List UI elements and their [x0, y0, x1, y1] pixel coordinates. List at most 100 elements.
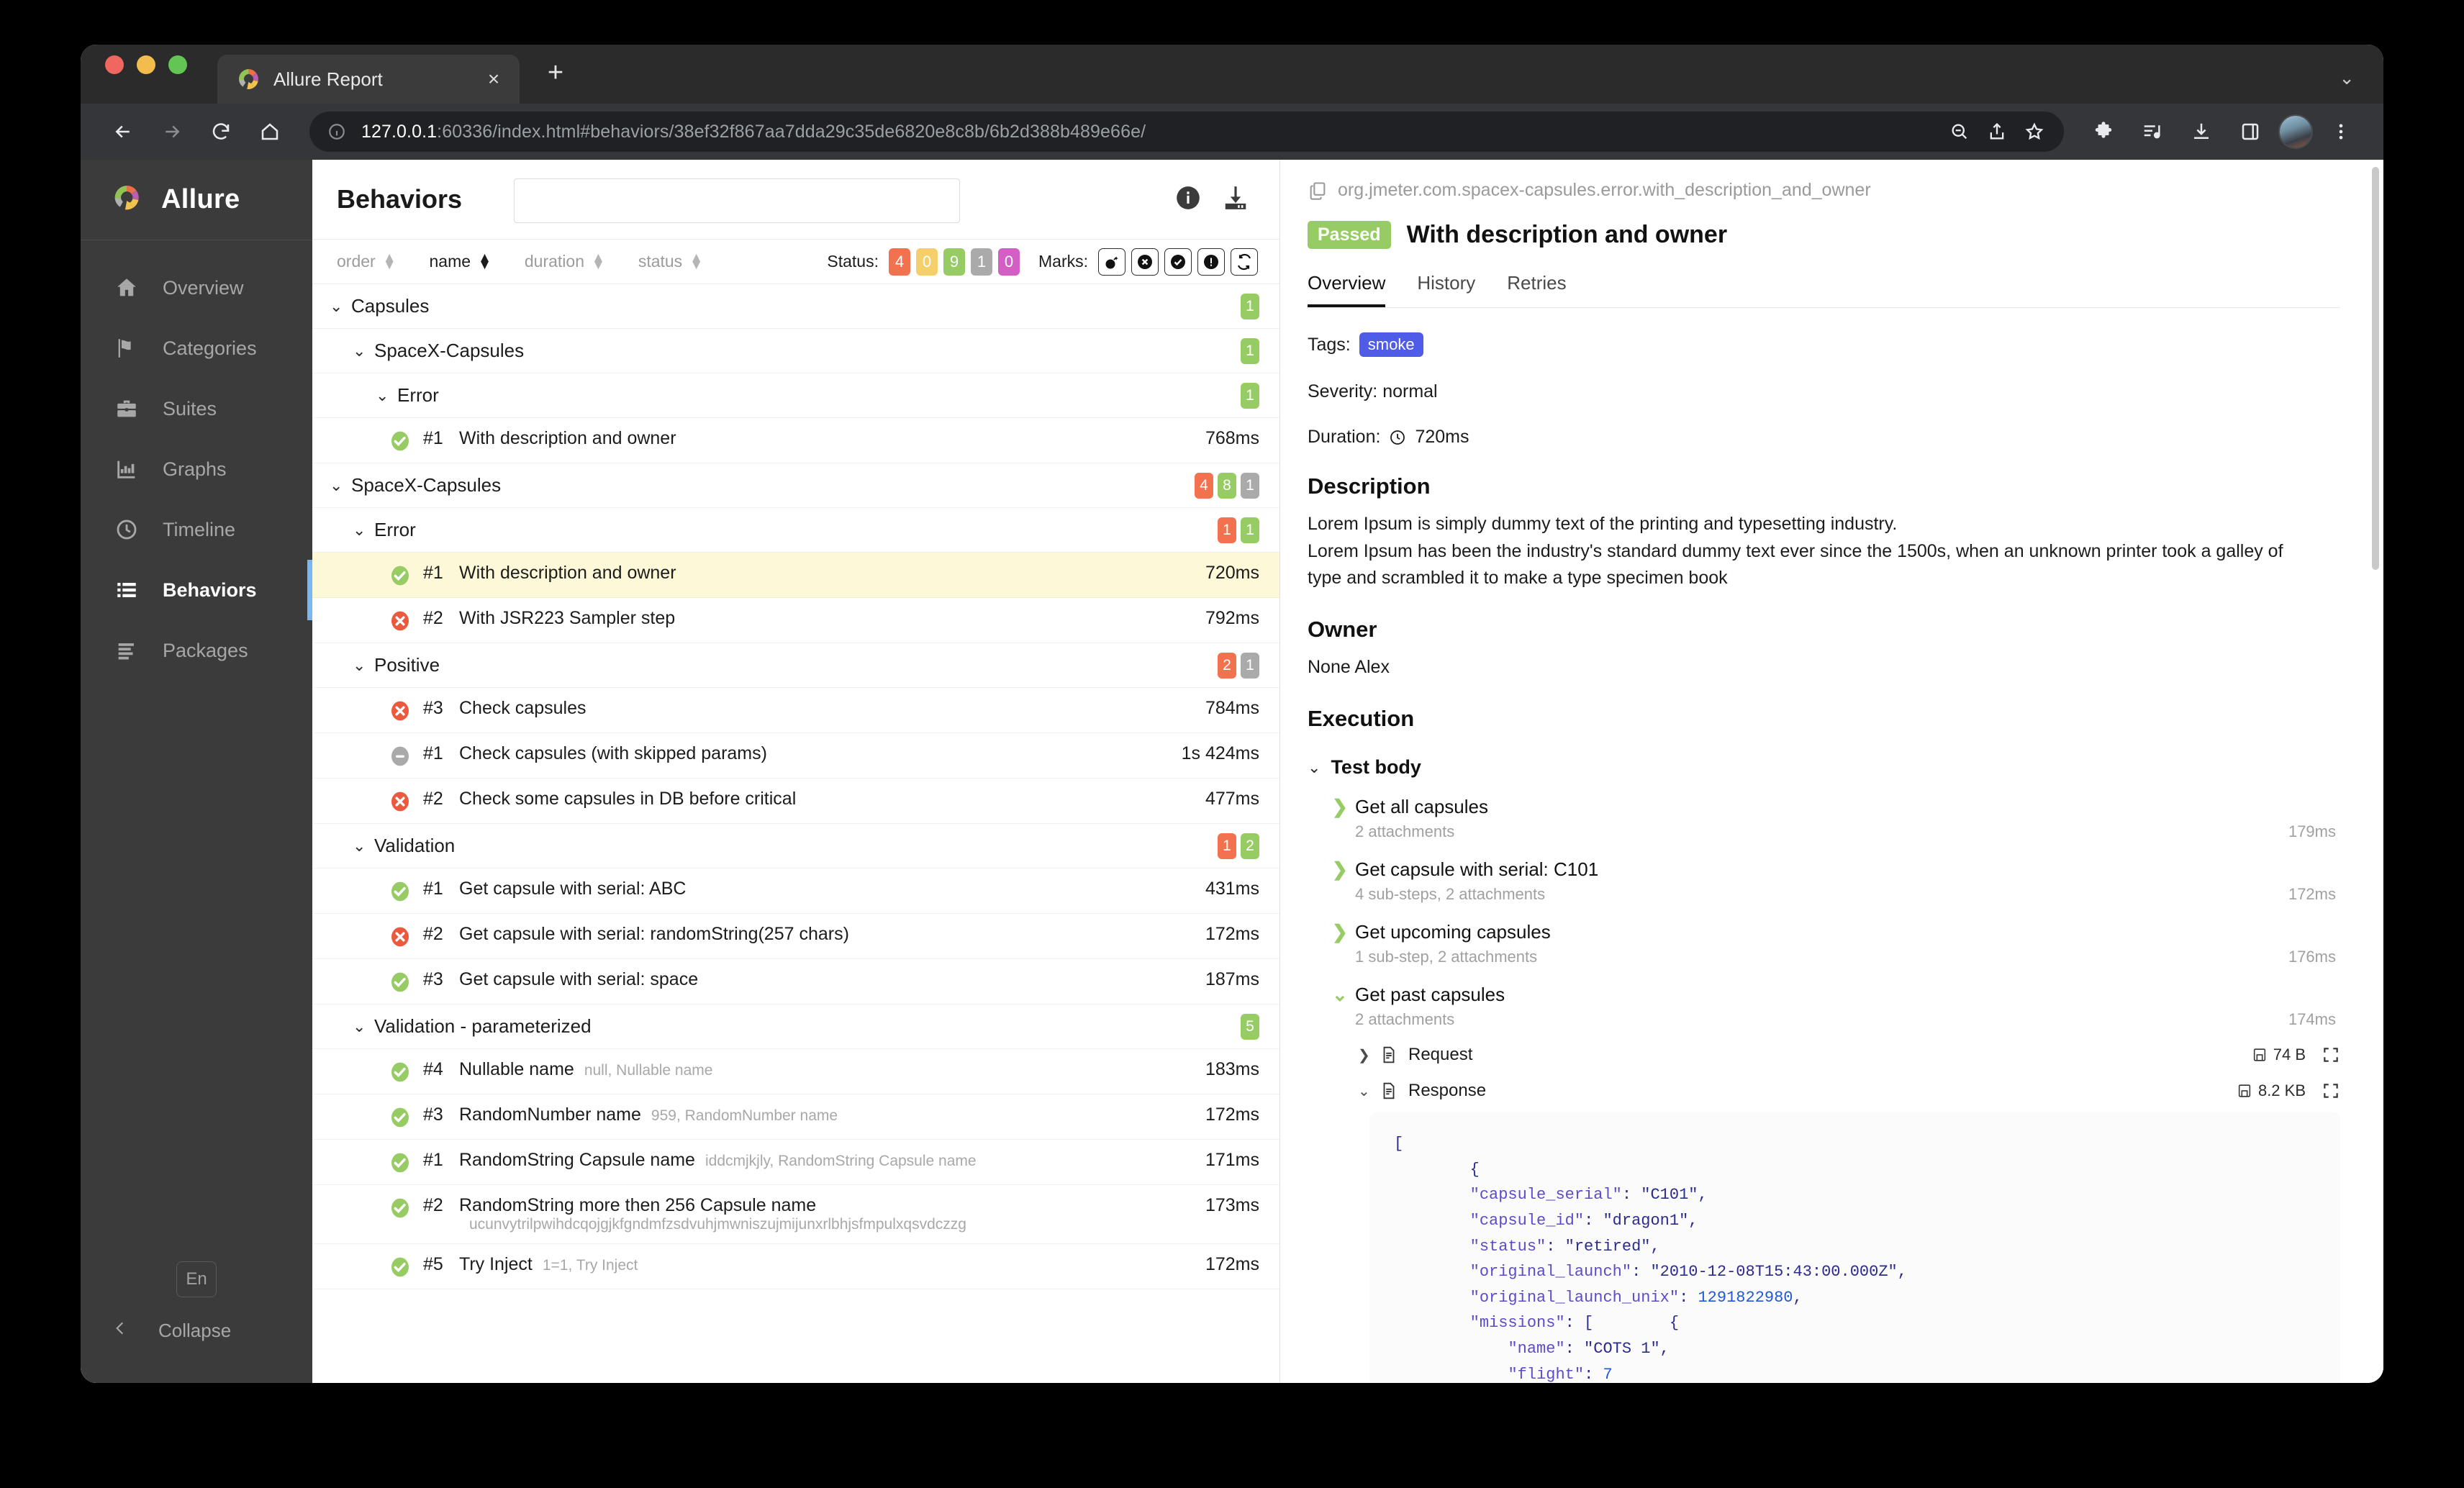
- test-params: null, Nullable name: [584, 1062, 713, 1079]
- share-icon[interactable]: [1980, 115, 2014, 148]
- bookmark-star-icon[interactable]: [2018, 115, 2051, 148]
- execution-step[interactable]: ❯Get upcoming capsules1 sub-step, 2 atta…: [1308, 921, 2340, 966]
- sort-by-name[interactable]: name ▲▼: [430, 252, 492, 271]
- chevron-down-icon[interactable]: ⌄: [2339, 67, 2355, 89]
- test-name: Try Inject: [459, 1254, 533, 1275]
- test-row[interactable]: #1RandomString Capsule nameiddcmjkjly, R…: [312, 1140, 1279, 1185]
- sort-by-status[interactable]: status ▲▼: [638, 252, 703, 271]
- browser-tab-allure-report[interactable]: Allure Report ×: [217, 55, 520, 104]
- test-row[interactable]: #1With description and owner768ms: [312, 418, 1279, 463]
- status-filter-skipped[interactable]: 1: [971, 248, 992, 276]
- chevron-right-icon: ❯: [1332, 858, 1345, 881]
- forward-arrow-icon[interactable]: [151, 111, 193, 153]
- tab-retries[interactable]: Retries: [1507, 272, 1566, 307]
- attachment-row[interactable]: ❯Request74 B: [1308, 1045, 2340, 1065]
- sidebar-item-suites[interactable]: Suites: [81, 378, 312, 439]
- test-row[interactable]: #3Get capsule with serial: space187ms: [312, 959, 1279, 1004]
- status-filter-unknown[interactable]: 0: [998, 248, 1020, 276]
- site-info-icon[interactable]: [322, 117, 351, 146]
- flaky-bomb-icon[interactable]: [1098, 248, 1125, 276]
- collapse-sidebar-button[interactable]: Collapse: [81, 1319, 312, 1343]
- test-body-toggle[interactable]: ⌄ Test body: [1308, 756, 2340, 779]
- sidebar-item-overview[interactable]: Overview: [81, 258, 312, 318]
- execution-step[interactable]: ⌄Get past capsules2 attachments174ms: [1308, 984, 2340, 1029]
- severity-row: Severity: normal: [1308, 381, 2340, 402]
- test-row[interactable]: #1Get capsule with serial: ABC431ms: [312, 868, 1279, 914]
- status-filter-broken[interactable]: 0: [916, 248, 938, 276]
- maximize-window-button[interactable]: [168, 55, 187, 74]
- sidebar-item-packages[interactable]: Packages: [81, 620, 312, 681]
- language-button[interactable]: En: [176, 1261, 217, 1297]
- sidebar-item-timeline[interactable]: Timeline: [81, 499, 312, 560]
- tab-overview[interactable]: Overview: [1308, 272, 1385, 307]
- test-row[interactable]: #3Check capsules784ms: [312, 688, 1279, 733]
- search-input[interactable]: [514, 178, 960, 223]
- new-tab-button[interactable]: +: [540, 59, 571, 86]
- tree-group-validation[interactable]: ⌄Validation12: [312, 824, 1279, 868]
- test-row[interactable]: #5Try Inject1=1, Try Inject172ms: [312, 1244, 1279, 1289]
- sidebar-item-graphs[interactable]: Graphs: [81, 439, 312, 499]
- test-row[interactable]: #2With JSR223 Sampler step792ms: [312, 598, 1279, 643]
- tag-chip-smoke[interactable]: smoke: [1359, 332, 1423, 357]
- copy-icon[interactable]: [1308, 181, 1328, 201]
- tree-group-validation-parameterized[interactable]: ⌄Validation - parameterized5: [312, 1004, 1279, 1049]
- download-icon[interactable]: [1222, 184, 1251, 213]
- brand-header[interactable]: Allure: [81, 160, 312, 240]
- tree-group-error[interactable]: ⌄Error1: [312, 373, 1279, 418]
- sidebar-item-label: Categories: [163, 337, 257, 360]
- test-row[interactable]: #1Check capsules (with skipped params)1s…: [312, 733, 1279, 779]
- status-badge: Passed: [1308, 221, 1391, 249]
- test-row[interactable]: #2RandomString more then 256 Capsule nam…: [312, 1185, 1279, 1244]
- minimize-window-button[interactable]: [137, 55, 155, 74]
- test-row[interactable]: #3RandomNumber name959, RandomNumber nam…: [312, 1094, 1279, 1140]
- media-list-icon[interactable]: [2132, 111, 2173, 153]
- retry-icon[interactable]: [1231, 248, 1258, 276]
- passed-status-icon: [389, 1106, 412, 1129]
- allure-logo-icon: [236, 67, 261, 91]
- failed-x-icon[interactable]: [1131, 248, 1159, 276]
- detail-scrollbar[interactable]: [2372, 167, 2379, 570]
- tree-group-capsules[interactable]: ⌄Capsules1: [312, 284, 1279, 329]
- passed-check-icon[interactable]: [1164, 248, 1192, 276]
- reload-icon[interactable]: [200, 111, 242, 153]
- tree-group-error[interactable]: ⌄Error11: [312, 508, 1279, 553]
- tab-history[interactable]: History: [1417, 272, 1475, 307]
- extensions-puzzle-icon[interactable]: [2083, 111, 2124, 153]
- tree-group-spacex-capsules[interactable]: ⌄SpaceX-Capsules481: [312, 463, 1279, 508]
- chevron-left-icon: [111, 1319, 130, 1343]
- status-filter-failed[interactable]: 4: [889, 248, 910, 276]
- sort-by-duration[interactable]: duration ▲▼: [525, 252, 605, 271]
- side-panel-icon[interactable]: [2229, 111, 2271, 153]
- test-title-row: Passed With description and owner: [1308, 221, 2340, 249]
- expand-fullscreen-icon[interactable]: [2322, 1045, 2340, 1064]
- tree-group-positive[interactable]: ⌄Positive21: [312, 643, 1279, 688]
- test-row[interactable]: #2Check some capsules in DB before criti…: [312, 779, 1279, 824]
- tree-group-spacex-capsules[interactable]: ⌄SpaceX-Capsules1: [312, 329, 1279, 373]
- test-row[interactable]: #2Get capsule with serial: randomString(…: [312, 914, 1279, 959]
- back-arrow-icon[interactable]: [102, 111, 144, 153]
- broken-exclaim-icon[interactable]: [1197, 248, 1225, 276]
- test-row[interactable]: #4Nullable namenull, Nullable name183ms: [312, 1049, 1279, 1094]
- address-bar[interactable]: 127.0.0.1:60336/index.html#behaviors/38e…: [309, 112, 2064, 152]
- downloads-icon[interactable]: [2180, 111, 2222, 153]
- brand-title: Allure: [161, 184, 240, 215]
- sort-by-order[interactable]: order ▲▼: [337, 252, 397, 271]
- attachment-row[interactable]: ⌄Response8.2 KB: [1308, 1081, 2340, 1101]
- sidebar-item-categories[interactable]: Categories: [81, 318, 312, 378]
- sidebar-item-behaviors[interactable]: Behaviors: [81, 560, 312, 620]
- passed-status-icon: [389, 1256, 412, 1279]
- info-icon[interactable]: [1174, 184, 1203, 213]
- test-row[interactable]: #1With description and owner720ms: [312, 553, 1279, 598]
- execution-step[interactable]: ❯Get capsule with serial: C1014 sub-step…: [1308, 858, 2340, 904]
- execution-step[interactable]: ❯Get all capsules2 attachments179ms: [1308, 796, 2340, 841]
- tree-scroll-container[interactable]: ⌄Capsules1⌄SpaceX-Capsules1⌄Error1#1With…: [312, 284, 1279, 1383]
- status-filter-passed[interactable]: 9: [943, 248, 965, 276]
- zoom-out-icon[interactable]: [1943, 115, 1976, 148]
- profile-avatar[interactable]: [2278, 114, 2313, 149]
- failed-status-icon: [389, 925, 412, 948]
- close-icon[interactable]: ×: [479, 69, 508, 89]
- expand-fullscreen-icon[interactable]: [2322, 1081, 2340, 1100]
- three-dot-menu-icon[interactable]: [2320, 111, 2362, 153]
- close-window-button[interactable]: [105, 55, 124, 74]
- home-icon[interactable]: [249, 111, 291, 153]
